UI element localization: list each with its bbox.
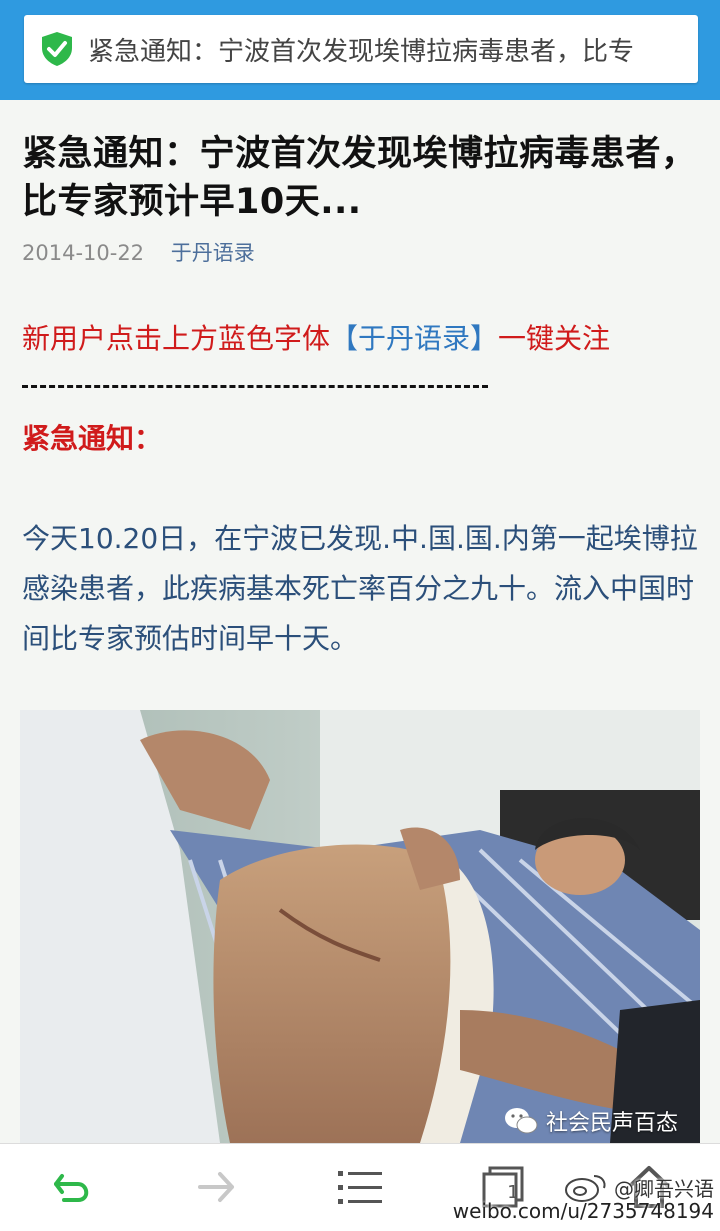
browser-top-bar: 紧急通知：宁波首次发现埃博拉病毒患者，比专 bbox=[0, 0, 720, 100]
weibo-url: weibo.com/u/2735748194 bbox=[452, 1199, 714, 1223]
weibo-watermark: @卿吾兴语 bbox=[564, 1172, 714, 1202]
photo-watermark: 社会民声百态 bbox=[504, 1105, 678, 1137]
follow-promo: 新用户点击上方蓝色字体【于丹语录】一键关注 bbox=[22, 317, 610, 357]
notice-heading: 紧急通知： bbox=[22, 422, 163, 455]
article-photo[interactable]: 社会民声百态 bbox=[20, 710, 700, 1143]
weibo-icon bbox=[565, 1175, 606, 1202]
photo-illustration bbox=[20, 710, 700, 1143]
watermark-text: 社会民声百态 bbox=[545, 1111, 678, 1136]
promo-suffix: 一键关注 bbox=[498, 322, 611, 355]
page-title-in-address-bar: 紧急通知：宁波首次发现埃博拉病毒患者，比专 bbox=[88, 36, 635, 67]
secure-shield-icon bbox=[42, 32, 72, 66]
article-paragraph: 今天10.20日，在宁波已发现.中.国.国.内第一起埃博拉感染患者，此疾病基本死… bbox=[22, 522, 698, 655]
article-date: 2014-10-22 bbox=[22, 241, 145, 265]
back-arrow-icon[interactable] bbox=[48, 1162, 98, 1212]
address-bar[interactable]: 紧急通知：宁波首次发现埃博拉病毒患者，比专 bbox=[24, 15, 698, 83]
promo-account-link[interactable]: 【于丹语录】 bbox=[330, 322, 498, 355]
weibo-handle: @卿吾兴语 bbox=[614, 1176, 714, 1201]
promo-prefix: 新用户点击上方蓝色字体 bbox=[22, 322, 331, 355]
wechat-icon bbox=[504, 1108, 538, 1134]
menu-icon[interactable] bbox=[336, 1162, 386, 1212]
forward-arrow-icon[interactable] bbox=[192, 1162, 242, 1212]
author-link[interactable]: 于丹语录 bbox=[171, 241, 255, 265]
article-title: 紧急通知：宁波首次发现埃博拉病毒患者，比专家预计早10天... bbox=[22, 134, 697, 222]
article-meta: 2014-10-22 于丹语录 bbox=[22, 237, 255, 267]
article-content: 紧急通知：宁波首次发现埃博拉病毒患者，比专家预计早10天... 2014-10-… bbox=[0, 100, 720, 1143]
divider bbox=[22, 385, 488, 388]
